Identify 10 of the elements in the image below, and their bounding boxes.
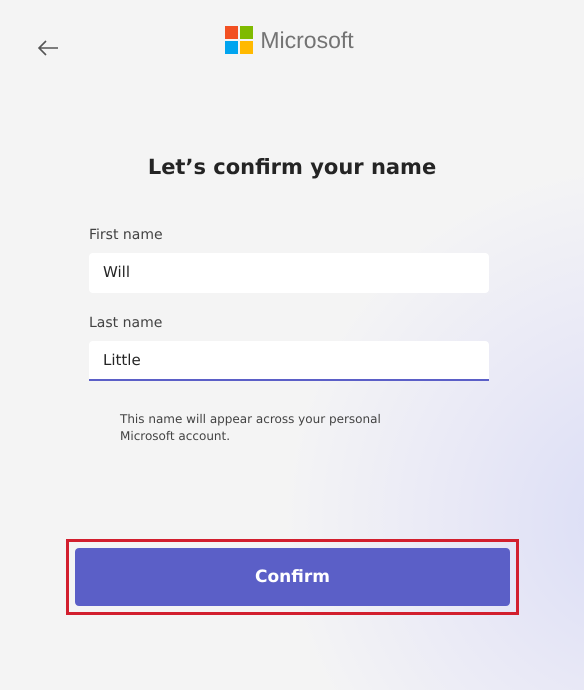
input-field[interactable]: Will	[89, 253, 489, 293]
helper-text: This name will appear across your personal Microsoft account.	[120, 411, 382, 445]
field-label: First name	[89, 227, 164, 243]
logo-icon	[225, 26, 254, 54]
field-label: Last name	[89, 315, 164, 331]
brand-name: Microsoft	[260, 26, 354, 54]
confirm-button[interactable]: Confirm	[75, 548, 510, 606]
input-field[interactable]: Little	[89, 341, 489, 381]
page-title: Let’s confirm your name	[146, 155, 438, 179]
back-arrow-icon[interactable]	[37, 40, 59, 56]
